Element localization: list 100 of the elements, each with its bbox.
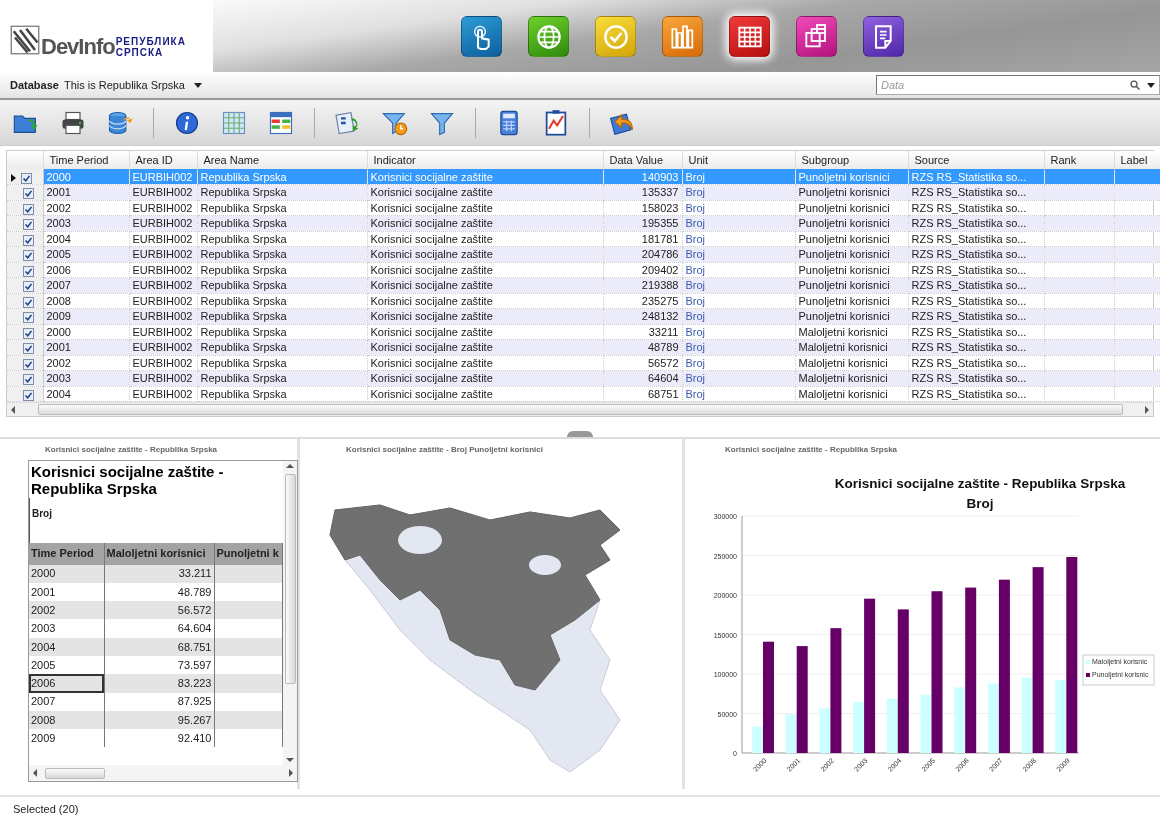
- unit-cell: Broj: [682, 277, 795, 293]
- logo-subtitle: РЕПУБЛИКА: [115, 37, 186, 48]
- chart-subtitle: Broj: [966, 496, 994, 511]
- table-cell[interactable]: 92.410: [104, 729, 214, 748]
- column-header[interactable]: Indicator: [367, 151, 603, 169]
- copy-icon[interactable]: [796, 16, 837, 57]
- checkbox[interactable]: [23, 250, 34, 262]
- column-header[interactable]: Subgroup: [795, 151, 908, 169]
- unit-cell: Broj: [682, 386, 795, 402]
- table-cell: 2000: [43, 324, 129, 340]
- checkbox[interactable]: [23, 312, 34, 324]
- table-cell: Punoljetni korisnici: [795, 184, 908, 200]
- vertical-scrollbar[interactable]: [283, 461, 297, 765]
- checkbox[interactable]: [23, 389, 34, 401]
- checkbox[interactable]: [23, 234, 34, 246]
- table-cell[interactable]: 87.925: [104, 692, 214, 711]
- table-cell: 235275: [603, 293, 682, 309]
- table-cell[interactable]: 2004: [29, 637, 104, 656]
- document-icon[interactable]: [863, 16, 904, 57]
- table-cell: Punoljetni korisnici: [795, 308, 908, 324]
- scroll-right-icon[interactable]: [1145, 405, 1149, 414]
- table-cell: Punoljetni korisnici: [795, 246, 908, 262]
- column-header: Time Period: [29, 542, 104, 565]
- table-cell: Maloljetni korisnici: [795, 355, 908, 371]
- checkbox[interactable]: [23, 327, 34, 339]
- splitter-handle[interactable]: [567, 431, 593, 437]
- checkbox[interactable]: [23, 219, 34, 231]
- books-icon[interactable]: [662, 16, 703, 57]
- database-value[interactable]: This is Republika Srpska: [63, 76, 185, 94]
- checkbox[interactable]: [23, 343, 34, 355]
- table-cell[interactable]: 95.267: [104, 710, 214, 730]
- table-cell: 2002: [43, 355, 129, 371]
- scroll-left-icon[interactable]: [11, 405, 15, 414]
- table-cell: EURBIH002: [129, 324, 197, 340]
- column-header[interactable]: Label: [1114, 151, 1160, 169]
- table-cell: EURBIH002: [129, 355, 197, 371]
- checkmark-icon[interactable]: [595, 16, 636, 57]
- checkbox[interactable]: [23, 374, 34, 386]
- table-cell[interactable]: 2003: [29, 619, 104, 638]
- globe-icon[interactable]: [528, 16, 569, 57]
- table-cell[interactable]: 2008: [29, 710, 104, 730]
- scrollbar-thumb[interactable]: [45, 767, 105, 779]
- table-cell: Punoljetni korisnici: [795, 169, 908, 185]
- table-cell: Maloljetni korisnici: [795, 324, 908, 340]
- checkbox[interactable]: [23, 281, 34, 293]
- checkbox[interactable]: [23, 203, 34, 215]
- checkbox[interactable]: [21, 172, 32, 184]
- table-cell: Punoljetni korisnici: [795, 293, 908, 309]
- table-cell[interactable]: 83.223: [104, 674, 214, 693]
- checkbox[interactable]: [23, 265, 34, 277]
- table-cell: RZS RS_Statistika so...: [908, 231, 1044, 247]
- column-header[interactable]: Area ID: [129, 151, 197, 169]
- table-cell: 2004: [43, 231, 129, 247]
- caret-icon[interactable]: [194, 82, 202, 88]
- checkbox[interactable]: [23, 296, 34, 308]
- grid-icon[interactable]: [729, 16, 770, 57]
- checkbox[interactable]: [23, 188, 34, 200]
- status-text: Selected (20): [13, 802, 79, 818]
- logo-mark-icon: [10, 25, 40, 55]
- table-cell[interactable]: 2007: [29, 692, 104, 711]
- table-cell: EURBIH002: [129, 262, 197, 278]
- column-header[interactable]: Time Period: [43, 151, 129, 169]
- search-box[interactable]: Data: [876, 75, 1160, 95]
- table-cell[interactable]: 2006: [29, 674, 104, 693]
- caret-icon[interactable]: [1147, 82, 1155, 88]
- table-cell[interactable]: 56.572: [104, 601, 214, 620]
- table-cell[interactable]: 2009: [29, 729, 104, 748]
- column-header[interactable]: Rank: [1044, 151, 1114, 169]
- unit-cell: Broj: [682, 308, 795, 324]
- column-header: Maloljetni korisnici: [104, 542, 214, 565]
- table-cell: 2002: [43, 200, 129, 216]
- table-cell: RZS RS_Statistika so...: [908, 324, 1044, 340]
- hand-pointer-icon[interactable]: [461, 16, 502, 57]
- scroll-left-icon[interactable]: [33, 769, 37, 777]
- table-cell: EURBIH002: [129, 169, 197, 185]
- scroll-up-icon[interactable]: [286, 464, 294, 468]
- table-cell: Korisnici socijalne zaštite: [367, 324, 603, 340]
- column-header[interactable]: Area Name: [197, 151, 367, 169]
- table-cell: 48789: [603, 339, 682, 355]
- table-cell: Korisnici socijalne zaštite: [367, 262, 603, 278]
- column-header[interactable]: Source: [908, 151, 1044, 169]
- table-cell: RZS RS_Statistika so...: [908, 169, 1044, 185]
- table-cell: 2004: [43, 386, 129, 402]
- table-cell: RZS RS_Statistika so...: [908, 200, 1044, 216]
- table-cell[interactable]: 68.751: [104, 637, 214, 656]
- table-cell[interactable]: 64.604: [104, 619, 214, 638]
- column-header[interactable]: Data Value: [603, 151, 682, 169]
- table-cell[interactable]: 2002: [29, 601, 104, 620]
- table-cell: 209402: [603, 262, 682, 278]
- search-icon[interactable]: [1129, 79, 1141, 91]
- table-cell: Korisnici socijalne zaštite: [367, 200, 603, 216]
- table-cell: 64604: [603, 370, 682, 386]
- table-cell: 181781: [603, 231, 682, 247]
- unit-cell: Broj: [682, 231, 795, 247]
- table-cell: RZS RS_Statistika so...: [908, 355, 1044, 371]
- scrollbar-thumb[interactable]: [37, 404, 1123, 415]
- scrollbar-thumb[interactable]: [284, 474, 296, 684]
- checkbox[interactable]: [23, 358, 34, 370]
- column-header[interactable]: Unit: [682, 151, 795, 169]
- scroll-right-icon[interactable]: [289, 769, 293, 777]
